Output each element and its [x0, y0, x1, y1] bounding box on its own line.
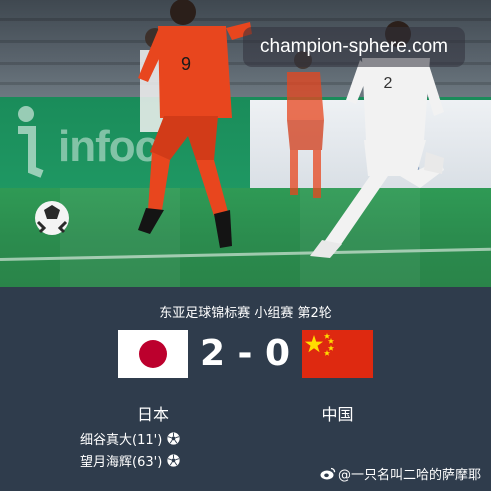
author-credit: @一只名叫二哈的萨摩耶 — [320, 464, 481, 483]
weibo-icon — [320, 467, 336, 480]
site-watermark: champion-sphere.com — [243, 27, 465, 67]
background-player-china — [287, 51, 324, 198]
china-flag-icon — [302, 330, 373, 378]
home-team-name: 日本 — [136, 405, 169, 424]
scorer-entry: 细谷真大(11') — [80, 429, 180, 448]
japan-flag-disc — [139, 340, 167, 368]
soccer-ball-icon — [167, 454, 180, 467]
soccer-ball-icon — [167, 432, 180, 445]
scorer-text: 望月海辉(63') — [80, 455, 163, 470]
author-credit-text: @一只名叫二哈的萨摩耶 — [337, 468, 481, 483]
scorer-text: 细谷真大(11') — [80, 433, 163, 448]
match-photo: infoc rt — [0, 0, 491, 287]
svg-text:9: 9 — [181, 54, 191, 74]
china-flag-stars — [304, 333, 335, 356]
match-score: 2 - 0 — [199, 333, 291, 374]
competition-round-label: 东亚足球锦标赛 小组赛 第2轮 — [159, 306, 332, 321]
scorer-entry: 望月海辉(63') — [80, 451, 180, 470]
soccer-ball — [35, 201, 69, 235]
japan-flag-icon — [118, 330, 188, 378]
away-team-name: 中国 — [321, 405, 354, 424]
svg-text:2: 2 — [384, 75, 393, 92]
post-image: infoc rt — [0, 0, 491, 491]
